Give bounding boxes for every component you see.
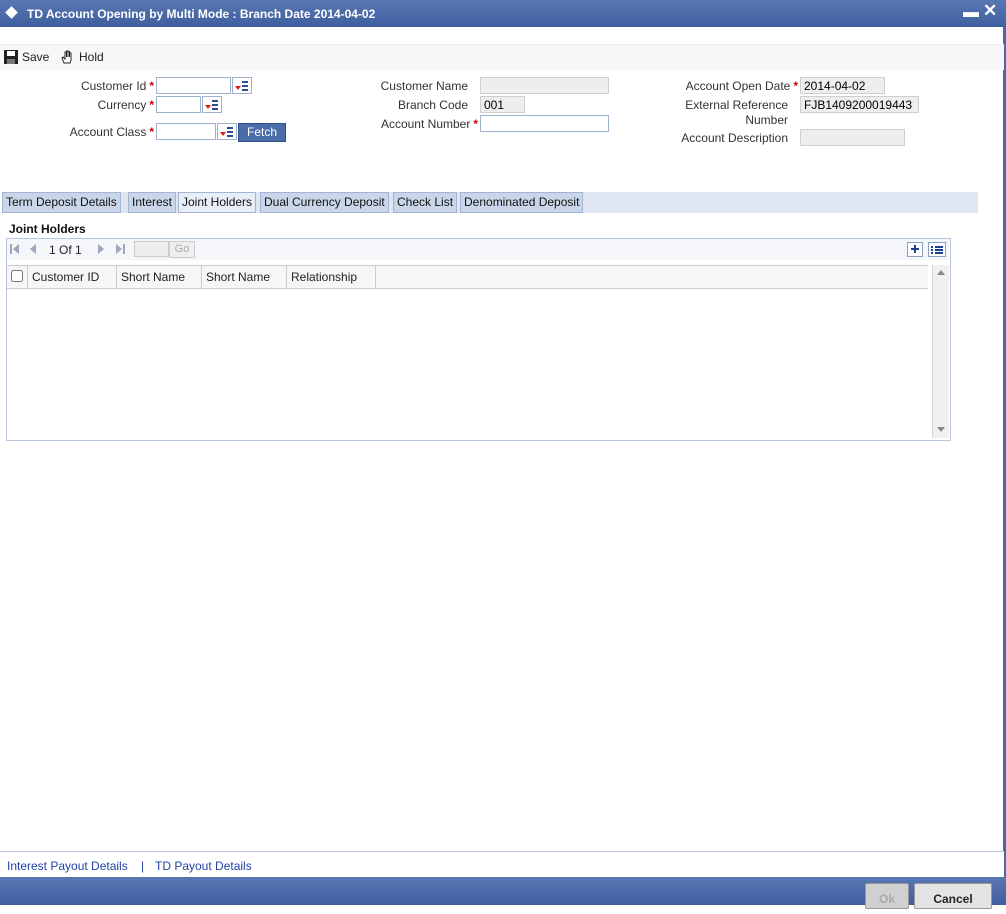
- account-open-date-field: [800, 77, 885, 94]
- external-reference-label: External Reference: [685, 98, 788, 112]
- footer-bar: Ok Cancel: [0, 877, 1006, 909]
- account-description-field: [800, 129, 905, 146]
- hold-label: Hold: [79, 50, 104, 64]
- app-diamond-icon: [5, 6, 18, 19]
- tab-interest[interactable]: Interest: [128, 192, 177, 213]
- page-number-input[interactable]: [134, 241, 169, 257]
- scroll-down-icon[interactable]: [937, 427, 945, 432]
- customer-id-label: Customer Id *: [80, 79, 154, 93]
- tab-dual-currency-deposit[interactable]: Dual Currency Deposit: [260, 192, 389, 213]
- tab-check-list[interactable]: Check List: [393, 192, 458, 213]
- grid-header: Customer ID Short Name Short Name Relati…: [7, 265, 928, 289]
- first-page-icon[interactable]: [10, 243, 20, 255]
- toolbar: Save Hold: [0, 44, 1004, 70]
- view-list-icon[interactable]: [928, 242, 946, 257]
- td-payout-details-link[interactable]: TD Payout Details: [155, 859, 252, 873]
- currency-label: Currency *: [97, 98, 154, 112]
- add-row-icon[interactable]: [907, 242, 923, 257]
- minimize-icon[interactable]: ▬: [963, 4, 979, 22]
- currency-lov-button[interactable]: [202, 96, 222, 113]
- account-open-date-label: Account Open Date *: [685, 79, 798, 93]
- select-all-checkbox[interactable]: [11, 270, 23, 282]
- cancel-button[interactable]: Cancel: [914, 883, 992, 909]
- column-header-relationship[interactable]: Relationship: [287, 266, 376, 288]
- column-header-short-name-2[interactable]: Short Name: [202, 266, 287, 288]
- tab-term-deposit-details[interactable]: Term Deposit Details: [2, 192, 121, 213]
- bottom-links-bar: Interest Payout Details | TD Payout Deta…: [0, 851, 1004, 878]
- close-icon[interactable]: ✕: [983, 1, 997, 21]
- joint-holders-title: Joint Holders: [9, 222, 86, 236]
- column-header-short-name[interactable]: Short Name: [117, 266, 202, 288]
- next-page-icon[interactable]: [98, 244, 104, 254]
- account-number-label: Account Number *: [380, 117, 478, 131]
- external-reference-label-number: Number: [745, 113, 788, 127]
- select-all-cell: [7, 266, 28, 288]
- save-label: Save: [22, 50, 50, 64]
- window-title-bar: TD Account Opening by Multi Mode : Branc…: [0, 0, 1006, 27]
- go-button[interactable]: Go: [169, 241, 195, 258]
- tab-strip: Term Deposit Details Interest Joint Hold…: [2, 192, 978, 213]
- account-class-input[interactable]: [156, 123, 216, 140]
- save-icon: [4, 50, 18, 64]
- grid-pager: 1 Of 1 Go: [7, 239, 949, 260]
- account-number-input[interactable]: [480, 115, 609, 132]
- account-class-label: Account Class *: [69, 125, 154, 139]
- scroll-up-icon[interactable]: [937, 270, 945, 275]
- save-button[interactable]: Save: [3, 49, 49, 65]
- customer-name-field: [480, 77, 609, 94]
- link-separator: |: [141, 859, 145, 873]
- column-header-customer-id[interactable]: Customer ID: [28, 266, 117, 288]
- tab-denominated-deposit[interactable]: Denominated Deposit: [460, 192, 584, 213]
- branch-code-field: [480, 96, 525, 113]
- hold-button[interactable]: Hold: [60, 49, 104, 65]
- grid-vertical-scrollbar[interactable]: [932, 265, 949, 438]
- external-reference-field: [800, 96, 919, 113]
- account-class-lov-button[interactable]: [217, 123, 237, 140]
- ok-button[interactable]: Ok: [865, 883, 909, 909]
- page-indicator: 1 Of 1: [49, 243, 82, 257]
- hand-icon: [61, 50, 72, 64]
- branch-code-label: Branch Code: [397, 98, 468, 112]
- tab-joint-holders[interactable]: Joint Holders: [178, 192, 257, 213]
- window-title: TD Account Opening by Multi Mode : Branc…: [27, 7, 376, 21]
- account-description-label: Account Description: [681, 131, 788, 145]
- interest-payout-details-link[interactable]: Interest Payout Details: [7, 859, 128, 873]
- previous-page-icon[interactable]: [30, 244, 36, 254]
- last-page-icon[interactable]: [116, 243, 126, 255]
- currency-input[interactable]: [156, 96, 201, 113]
- customer-name-label: Customer Name: [380, 79, 468, 93]
- customer-id-input[interactable]: [156, 77, 231, 94]
- fetch-button[interactable]: Fetch: [238, 123, 286, 142]
- customer-id-lov-button[interactable]: [232, 77, 252, 94]
